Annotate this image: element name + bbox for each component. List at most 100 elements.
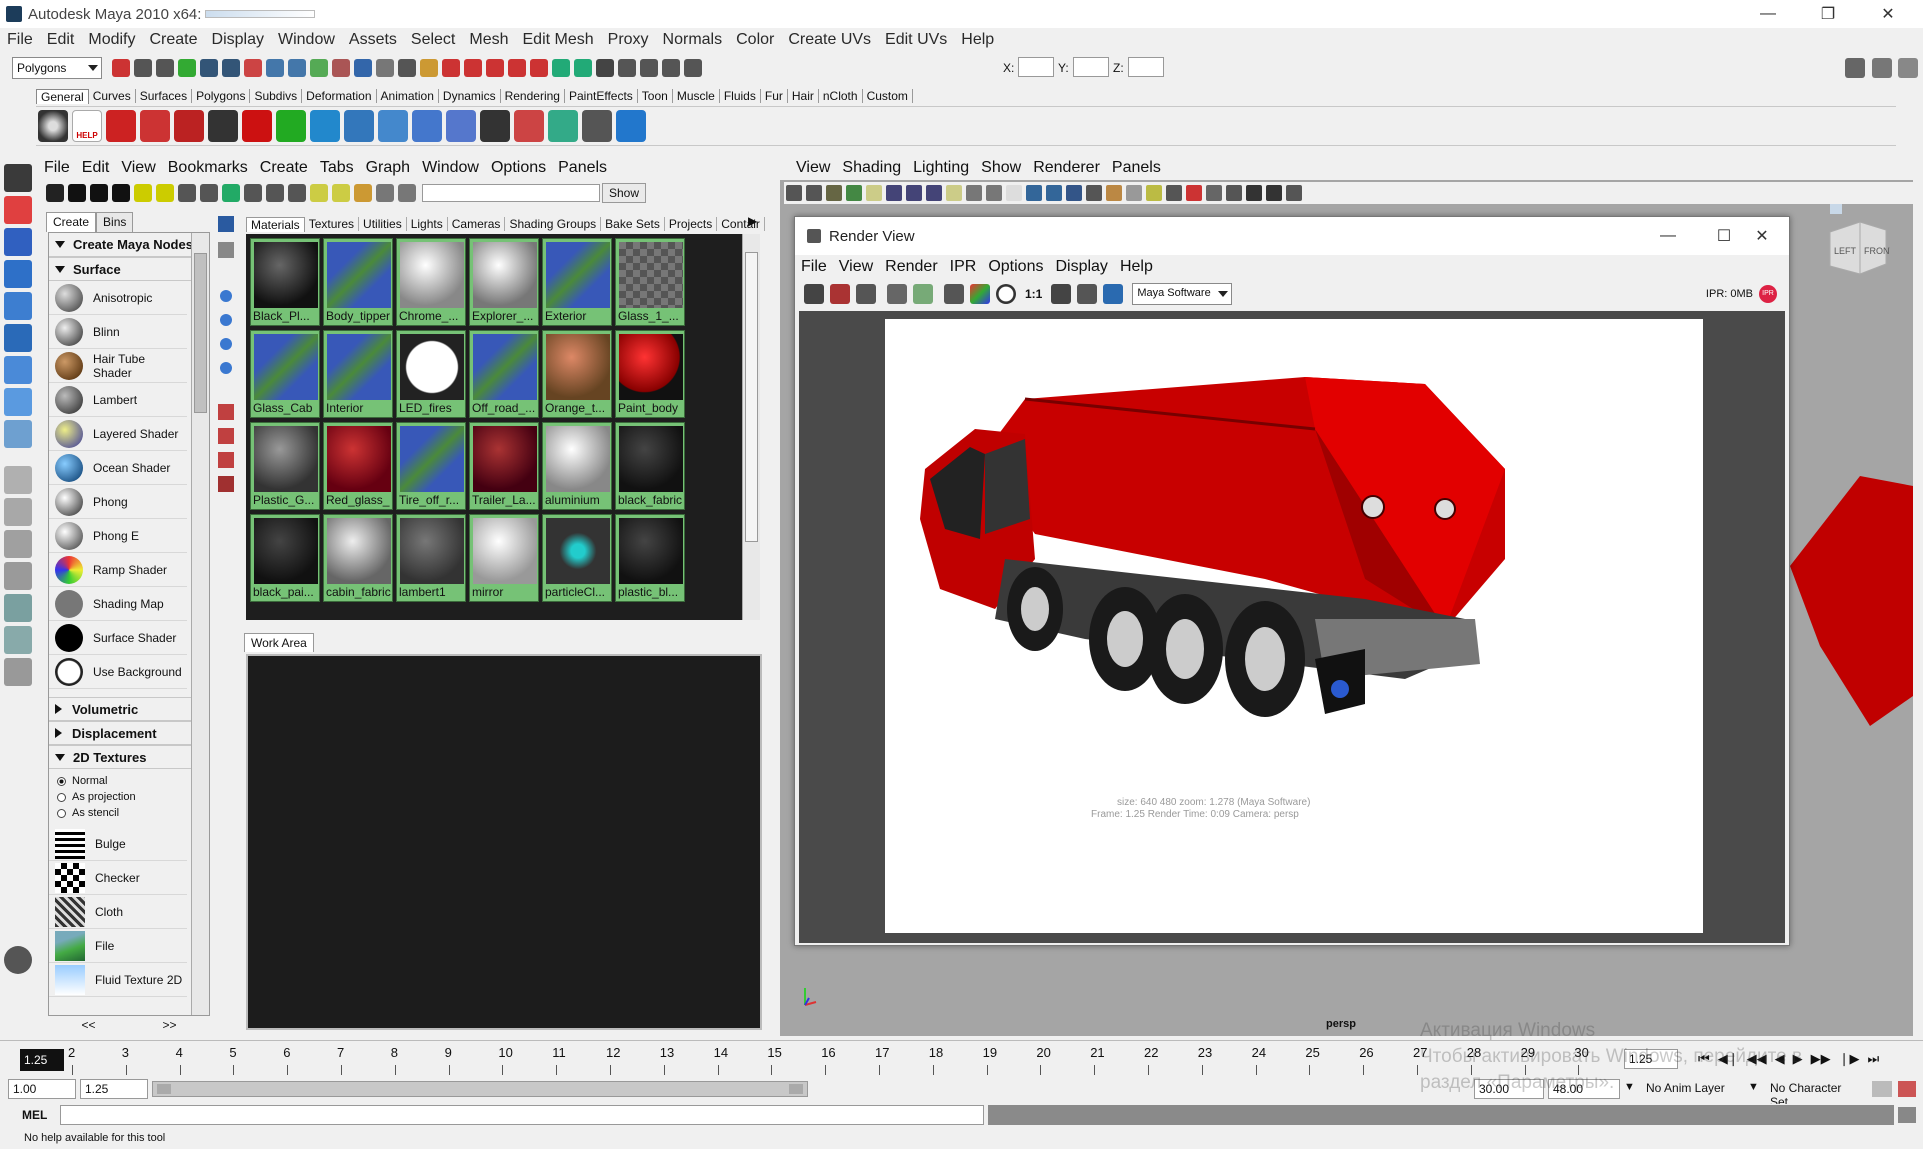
menu-create[interactable]: Create <box>142 31 204 49</box>
status-tool-icon[interactable] <box>442 59 460 77</box>
material-swatch[interactable]: aluminium <box>542 422 612 510</box>
material-swatch[interactable]: Off_road_... <box>469 330 539 418</box>
hypershade-menu-window[interactable]: Window <box>416 159 485 177</box>
status-tool-icon[interactable] <box>288 59 306 77</box>
material-swatch[interactable]: Paint_body <box>615 330 685 418</box>
shelf-tool-icon[interactable] <box>242 110 272 142</box>
node-shading-map[interactable]: Shading Map <box>49 587 187 621</box>
redo-render-icon[interactable] <box>804 284 824 304</box>
material-swatch[interactable]: Tire_off_r... <box>396 422 466 510</box>
material-tab-projects[interactable]: Projects <box>665 217 718 231</box>
close-button[interactable]: ✕ <box>1865 0 1911 28</box>
node-cloth[interactable]: Cloth <box>49 895 187 929</box>
node-bulge[interactable]: Bulge <box>49 827 187 861</box>
menu-window[interactable]: Window <box>271 31 342 49</box>
viewport-tool-icon[interactable] <box>1126 185 1142 201</box>
viewport-menu-view[interactable]: View <box>790 159 836 177</box>
displacement-section-header[interactable]: Displacement <box>49 721 209 745</box>
hypershade-tool-icon[interactable] <box>156 184 174 202</box>
scroll-right-button[interactable]: >> <box>162 1018 176 1034</box>
shelf-tab-ncloth[interactable]: nCloth <box>819 89 863 103</box>
anim-prefs-icon[interactable] <box>1898 1081 1916 1097</box>
node-blinn[interactable]: Blinn <box>49 315 187 349</box>
hypershade-menu-create[interactable]: Create <box>254 159 314 177</box>
rotate-tool-icon[interactable] <box>4 292 32 320</box>
shelf-tool-icon[interactable] <box>582 110 612 142</box>
node-use-background[interactable]: Use Background <box>49 655 187 689</box>
material-swatch[interactable]: Glass_Cab <box>250 330 320 418</box>
status-tool-icon[interactable] <box>574 59 592 77</box>
ipr-badge-icon[interactable]: IPR <box>1759 285 1777 303</box>
material-swatch[interactable]: LED_fires <box>396 330 466 418</box>
hypershade-tool-icon[interactable] <box>222 184 240 202</box>
ipr-render-icon[interactable] <box>887 284 907 304</box>
shelf-tool-icon[interactable] <box>412 110 442 142</box>
scroll-left-button[interactable]: << <box>81 1018 95 1034</box>
hypershade-tool-icon[interactable] <box>200 184 218 202</box>
hypershade-tool-icon[interactable] <box>354 184 372 202</box>
hypershade-tool-icon[interactable] <box>266 184 284 202</box>
shelf-tool-icon[interactable] <box>616 110 646 142</box>
viewport-tool-icon[interactable] <box>1066 185 1082 201</box>
material-tab-textures[interactable]: Textures <box>305 217 360 231</box>
layout-options-icon[interactable] <box>4 658 32 686</box>
menu-file[interactable]: File <box>0 31 40 49</box>
show-button[interactable]: Show <box>602 183 647 203</box>
menu-help[interactable]: Help <box>954 31 1001 49</box>
hypershade-tool-icon[interactable] <box>288 184 306 202</box>
shelf-tab-rendering[interactable]: Rendering <box>501 89 565 103</box>
x-input[interactable] <box>1018 57 1054 77</box>
status-tool-icon[interactable] <box>310 59 328 77</box>
shelf-tool-icon[interactable] <box>208 110 238 142</box>
persp-outliner-layout-icon[interactable] <box>4 626 32 654</box>
render-menu-file[interactable]: File <box>795 258 833 276</box>
viewport-tool-icon[interactable] <box>866 185 882 201</box>
status-tool-icon[interactable] <box>464 59 482 77</box>
node-list-scrollbar[interactable] <box>191 233 209 1015</box>
step-back-icon[interactable]: ◀❘ <box>1718 1051 1739 1067</box>
mode-stencil-radio[interactable]: As stencil <box>49 805 209 821</box>
material-swatch[interactable]: black_fabric <box>615 422 685 510</box>
node-fluid-texture-2d[interactable]: Fluid Texture 2D <box>49 963 187 997</box>
viewport-tool-icon[interactable] <box>1146 185 1162 201</box>
display-alpha-icon[interactable] <box>996 284 1016 304</box>
range-end-handle[interactable] <box>789 1084 803 1094</box>
hypershade-tool-icon[interactable] <box>178 184 196 202</box>
paint-select-tool-icon[interactable] <box>4 228 32 256</box>
node-checker[interactable]: Checker <box>49 861 187 895</box>
hypershade-tool-icon[interactable] <box>134 184 152 202</box>
viewport-menu-shading[interactable]: Shading <box>836 159 907 177</box>
material-swatch[interactable]: Trailer_La... <box>469 422 539 510</box>
materials-scroll-thumb[interactable] <box>745 252 758 542</box>
viewport-tool-icon[interactable] <box>826 185 842 201</box>
material-swatch[interactable]: Black_Pl... <box>250 238 320 326</box>
shelf-tool-icon[interactable] <box>140 110 170 142</box>
mel-label[interactable]: MEL <box>22 1108 47 1122</box>
anim-layer-dropdown-arrow[interactable]: ▼ <box>1624 1081 1640 1097</box>
tab-create[interactable]: Create <box>46 212 97 232</box>
status-tool-icon[interactable] <box>420 59 438 77</box>
shelf-tool-icon[interactable] <box>378 110 408 142</box>
menu-modify[interactable]: Modify <box>81 31 142 49</box>
play-forwards-icon[interactable]: ▶ <box>1793 1051 1803 1067</box>
start-time-field[interactable]: 1.00 <box>8 1079 76 1099</box>
status-tool-icon[interactable] <box>552 59 570 77</box>
help-shelf-icon[interactable]: HELP <box>72 110 102 142</box>
renderer-dropdown[interactable]: Maya Software <box>1132 283 1233 305</box>
step-forward-key-icon[interactable]: ▶▶ <box>1811 1051 1831 1067</box>
hypershade-tool-icon[interactable] <box>310 184 328 202</box>
shelf-tool-icon[interactable] <box>344 110 374 142</box>
render-menu-help[interactable]: Help <box>1114 258 1159 276</box>
tool-settings-icon[interactable] <box>1898 58 1918 78</box>
real-size-button[interactable]: 1:1 <box>1025 287 1042 301</box>
render-menu-ipr[interactable]: IPR <box>944 258 983 276</box>
menu-edit-mesh[interactable]: Edit Mesh <box>516 31 601 49</box>
attribute-editor-icon[interactable] <box>1845 58 1865 78</box>
create-maya-nodes-header[interactable]: Create Maya Nodes <box>49 233 209 257</box>
status-tool-icon[interactable] <box>332 59 350 77</box>
step-forward-icon[interactable]: ❘▶ <box>1839 1051 1860 1067</box>
render-settings-icon[interactable] <box>944 284 964 304</box>
node-layered-shader[interactable]: Layered Shader <box>49 417 187 451</box>
hypershade-menu-edit[interactable]: Edit <box>76 159 116 177</box>
2d-textures-section-header[interactable]: 2D Textures <box>49 745 209 769</box>
